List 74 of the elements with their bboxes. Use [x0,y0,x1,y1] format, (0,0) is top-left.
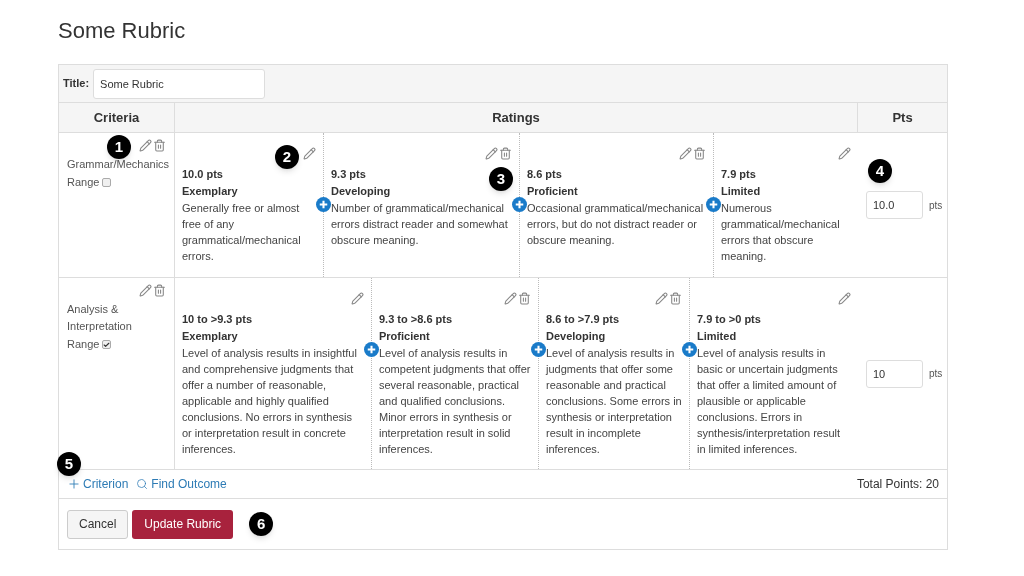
points-unit: pts [929,367,943,381]
rating-title: Limited [697,329,737,344]
rating-points: 7.9 pts [721,167,756,182]
plus-icon [67,477,81,491]
rating-points: 8.6 to >7.9 pts [546,312,620,327]
add-rating-icon[interactable] [364,342,379,357]
delete-icon[interactable] [153,139,166,152]
add-rating-icon[interactable] [512,197,527,212]
callout-number: 6 [249,512,274,536]
callout-number: 3 [489,167,513,191]
edit-icon[interactable] [485,147,498,160]
add-criterion-link[interactable]: Criterion [67,475,129,493]
edit-icon[interactable] [351,292,364,305]
title-field[interactable]: Some Rubric [93,68,266,99]
find-outcome-link[interactable]: Find Outcome [136,475,227,493]
add-rating-icon[interactable] [316,197,331,212]
rating-title: Developing [546,329,606,344]
points-field[interactable]: 10 [866,359,923,388]
range-checkbox[interactable] [102,178,112,187]
delete-icon[interactable] [693,147,706,160]
rating-description: Occasional grammatical/mechanical errors, but do not distract reader or obscure meaning. [527,201,705,248]
page-title: Some Rubric [58,17,187,45]
cancel-button[interactable]: Cancel [67,509,129,539]
add-rating-icon[interactable] [682,342,697,357]
rating-points: 10 to >9.3 pts [182,312,252,327]
rating-title: Proficient [527,184,578,199]
edit-icon[interactable] [838,292,851,305]
edit-icon[interactable] [139,139,152,152]
column-header: Ratings [175,103,858,132]
delete-icon[interactable] [499,147,512,160]
search-icon [136,478,149,490]
criterion-name: Analysis & Interpretation [67,302,133,334]
rating-description: Generally free or almost free of any grammatical/mechanical errors. [182,201,302,264]
callout-number: 1 [107,135,131,159]
rating-title: Developing [331,184,391,199]
rating-description: Level of analysis results in insightful and comprehensive judgments that offer a number of reasonable, applicable and highly qualified conclusions. No errors in synthesis or interpretation result in concrete inferences. [182,346,358,457]
total-points: Total Points: 20 [856,476,939,493]
add-rating-icon[interactable] [706,197,721,212]
rating-title: Exemplary [182,329,238,344]
callout-number: 2 [275,145,299,169]
range-label: Range [67,175,100,190]
edit-icon[interactable] [504,292,517,305]
column-header: Criteria [59,103,175,132]
rating-points: 9.3 pts [331,167,366,182]
update-rubric-button[interactable]: Update Rubric [132,509,234,539]
rating-points: 9.3 to >8.6 pts [379,312,453,327]
rating-title: Exemplary [182,184,238,199]
add-rating-icon[interactable] [531,342,546,357]
title-label: Title: [63,76,90,92]
range-checkbox[interactable] [102,340,112,349]
edit-icon[interactable] [139,284,152,297]
rating-title: Proficient [379,329,430,344]
edit-icon[interactable] [838,147,851,160]
points-field[interactable]: 10.0 [866,191,923,219]
rating-points: 8.6 pts [527,167,562,182]
edit-icon[interactable] [679,147,692,160]
callout-number: 5 [57,452,81,476]
delete-icon[interactable] [153,284,166,297]
rating-title: Limited [721,184,761,199]
points-unit: pts [929,198,943,213]
rating-points: 10.0 pts [182,167,223,182]
edit-icon[interactable] [655,292,668,305]
edit-icon[interactable] [303,147,316,160]
range-label: Range [67,337,100,352]
rating-description: Level of analysis results in basic or uncertain judgments that offer a limited amount of plausible or applicable conclusions. Errors in synthesis/interpretation result in limited inferences. [697,346,842,457]
delete-icon[interactable] [518,292,531,305]
rating-description: Level of analysis results in judgments that offer some reasonable and practical conclusions. Some errors in synthesis or interpretation result in incomplete inferences. [546,346,682,457]
delete-icon[interactable] [669,292,682,305]
rating-description: Level of analysis results in competent judgments that offer several reasonable, practical and qualified conclusions. Minor errors in synthesis or interpretation result in solid inferences. [379,346,531,457]
callout-number: 4 [868,159,892,183]
rating-points: 7.9 to >0 pts [697,312,761,327]
rating-description: Numerous grammatical/mechanical errors that obscure meaning. [721,201,841,264]
rating-description: Number of grammatical/mechanical errors distract reader and somewhat obscure meaning. [331,201,509,248]
column-header: Pts [891,108,914,127]
